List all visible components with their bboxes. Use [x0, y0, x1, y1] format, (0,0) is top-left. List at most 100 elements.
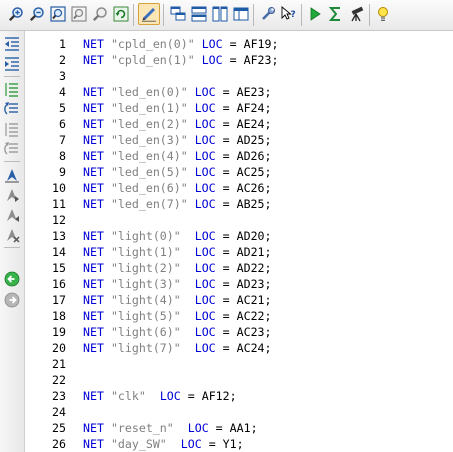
go-forward-button[interactable] [3, 291, 21, 309]
code-line[interactable]: 1 NET "cpld_en(0)" LOC = AF19; [25, 36, 453, 52]
cascade-windows-button[interactable] [168, 4, 188, 24]
code-line[interactable]: 12 [25, 212, 453, 228]
tile-horizontal-button[interactable] [189, 4, 209, 24]
run-button[interactable] [305, 4, 325, 24]
code-line[interactable]: 24 [25, 404, 453, 420]
loc-value: = AB25; [222, 197, 272, 211]
code-line[interactable]: 3 [25, 68, 453, 84]
loc-keyword: LOC [194, 229, 216, 243]
uncomment-lines-button[interactable] [3, 100, 21, 118]
line-number: 8 [59, 149, 66, 163]
code-line[interactable]: 23 NET "clk" LOC = AF12; [25, 388, 453, 404]
zoom-full-button[interactable] [69, 4, 89, 24]
line-number: 7 [59, 133, 66, 147]
line-number: 19 [52, 325, 66, 339]
code-line[interactable]: 11 NET "led_en(7)" LOC = AB25; [25, 196, 453, 212]
toggle-comment-button[interactable] [3, 120, 21, 138]
comment-lines-button[interactable] [3, 80, 21, 98]
code-line[interactable]: 19 NET "light(6)" LOC = AC23; [25, 324, 453, 340]
refresh-button[interactable] [111, 4, 131, 24]
loc-keyword: LOC [159, 389, 181, 403]
zoom-out-button[interactable] [27, 4, 47, 24]
zoom-select-icon [92, 6, 108, 22]
code-text: NET "light(4)" LOC = AC21; [83, 292, 272, 308]
bookmark-clear-icon [4, 227, 20, 243]
net-name-string: "led_en(4)" [110, 149, 188, 163]
bookmark-next-button[interactable] [3, 186, 21, 204]
code-line[interactable]: 8 NET "led_en(4)" LOC = AD26; [25, 148, 453, 164]
probe-button[interactable] [347, 4, 367, 24]
tile-vertical-button[interactable] [210, 4, 230, 24]
code-line[interactable]: 15 NET "light(2)" LOC = AD22; [25, 260, 453, 276]
go-back-button[interactable] [3, 270, 21, 288]
cascade-windows-icon [170, 6, 186, 22]
sum-button[interactable] [326, 4, 346, 24]
unindent-button[interactable] [3, 35, 21, 53]
code-line[interactable]: 6 NET "led_en(2)" LOC = AE24; [25, 116, 453, 132]
bookmark-prev-button[interactable] [3, 206, 21, 224]
code-text: NET "led_en(4)" LOC = AD26; [83, 148, 272, 164]
edit-pencil-icon [141, 6, 157, 22]
net-keyword: NET [83, 149, 104, 163]
code-line[interactable]: 2 NET "cpld_en(1)" LOC = AF23; [25, 52, 453, 68]
code-line[interactable]: 13 NET "light(0)" LOC = AD20; [25, 228, 453, 244]
context-help-button[interactable]: ? [279, 4, 299, 24]
loc-value: = AD23; [222, 277, 272, 291]
code-line[interactable]: 17 NET "light(4)" LOC = AC21; [25, 292, 453, 308]
net-name-string: "led_en(6)" [110, 181, 188, 195]
code-line[interactable]: 25 NET "reset_n" LOC = AA1; [25, 420, 453, 436]
properties-button[interactable] [258, 4, 278, 24]
maximize-panes-button[interactable] [231, 4, 251, 24]
loc-keyword: LOC [194, 197, 216, 211]
loc-value: = AC23; [222, 325, 272, 339]
loc-value: = AD21; [222, 245, 272, 259]
code-text: NET "light(2)" LOC = AD22; [83, 260, 272, 276]
bookmark-clear-button[interactable] [3, 226, 21, 244]
code-line[interactable]: 21 [25, 356, 453, 372]
line-number: 12 [52, 213, 66, 227]
code-line[interactable]: 7 NET "led_en(3)" LOC = AD25; [25, 132, 453, 148]
code-line[interactable]: 14 NET "light(1)" LOC = AD21; [25, 244, 453, 260]
line-number: 10 [52, 181, 66, 195]
code-line[interactable]: 20 NET "light(7)" LOC = AC24; [25, 340, 453, 356]
undo-format-button[interactable] [3, 140, 21, 158]
zoom-fit-button[interactable] [48, 4, 68, 24]
zoom-select-button[interactable] [90, 4, 110, 24]
tips-button[interactable] [373, 4, 393, 24]
code-line[interactable]: 18 NET "light(5)" LOC = AC22; [25, 308, 453, 324]
code-line[interactable]: 4 NET "led_en(0)" LOC = AE23; [25, 84, 453, 100]
code-editor[interactable]: 1 NET "cpld_en(0)" LOC = AF19; 2 NET "cpld_… [25, 31, 453, 452]
bookmark-toggle-button[interactable] [3, 166, 21, 184]
net-keyword: NET [83, 437, 104, 451]
loc-value: = AD22; [222, 261, 272, 275]
edit-mode-button[interactable] [138, 3, 160, 25]
zoom-in-button[interactable] [6, 4, 26, 24]
code-line[interactable]: 9 NET "led_en(5)" LOC = AC25; [25, 164, 453, 180]
code-text: NET "light(7)" LOC = AC24; [83, 340, 272, 356]
code-line[interactable]: 16 NET "light(3)" LOC = AD23; [25, 276, 453, 292]
loc-keyword: LOC [194, 261, 216, 275]
code-line[interactable]: 5 NET "led_en(1)" LOC = AF24; [25, 100, 453, 116]
indent-button[interactable] [3, 55, 21, 73]
code-line[interactable]: 22 [25, 372, 453, 388]
line-number: 22 [52, 373, 66, 387]
maximize-panes-icon [233, 6, 249, 22]
code-line[interactable]: 26 NET "day_SW" LOC = Y1; [25, 436, 453, 452]
code-line[interactable]: 10 NET "led_en(6)" LOC = AC26; [25, 180, 453, 196]
